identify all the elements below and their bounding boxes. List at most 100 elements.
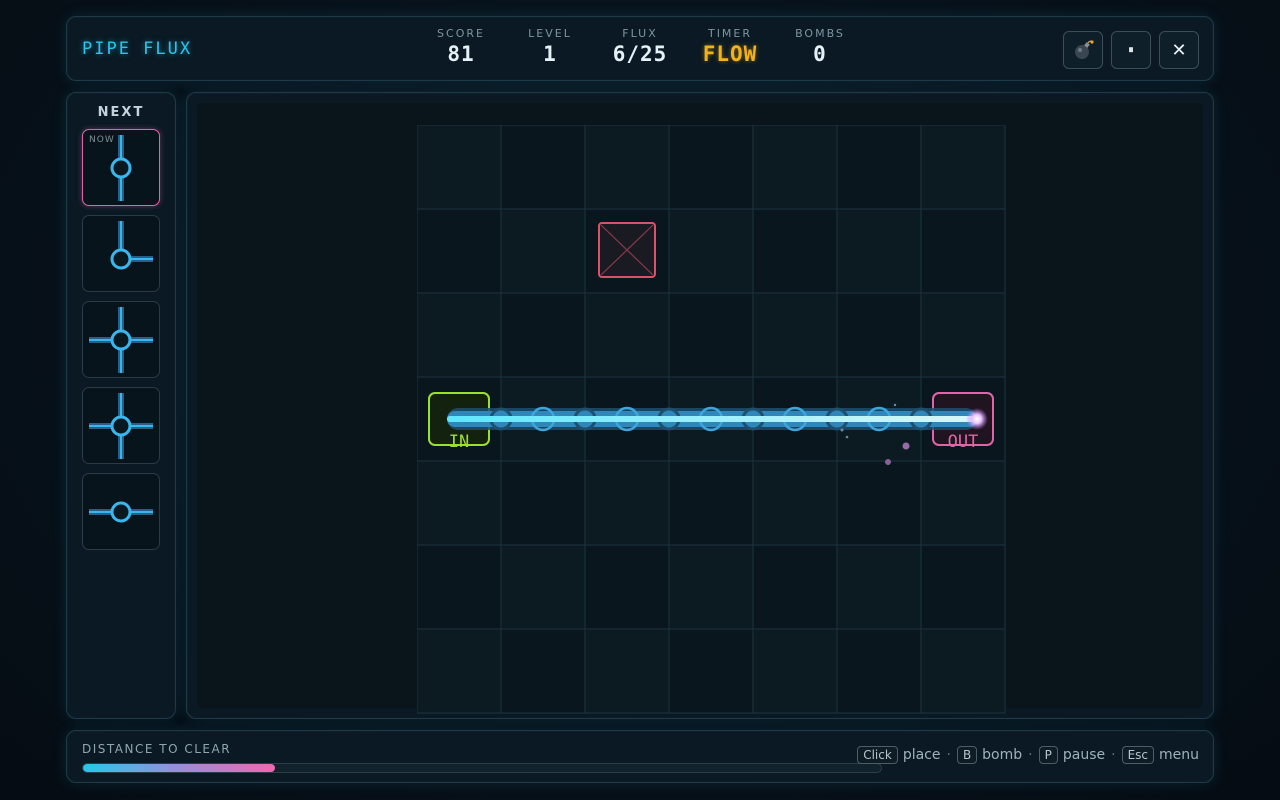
grid-cell[interactable]: [920, 125, 1006, 210]
board-panel: IN OUT: [186, 92, 1214, 719]
grid-cell[interactable]: [836, 628, 922, 714]
flux-label: FLUX: [622, 27, 658, 40]
grid-cell[interactable]: [920, 628, 1006, 714]
grid-cell[interactable]: [417, 292, 502, 378]
bomb-button[interactable]: [1063, 31, 1103, 69]
cross-pipe-icon: [89, 393, 153, 459]
grid-cell[interactable]: [920, 292, 1006, 378]
grid-cell[interactable]: [500, 544, 586, 630]
spark-particle: [845, 435, 849, 439]
horizontal-pipe-icon: [89, 501, 153, 523]
grid-cell[interactable]: [836, 292, 922, 378]
blocked-cell: [598, 222, 656, 278]
grid-cell[interactable]: [417, 125, 502, 210]
score-value: 81: [447, 42, 475, 66]
grid-cell[interactable]: [836, 125, 922, 210]
grid-cell[interactable]: [500, 460, 586, 546]
grid-cell[interactable]: [752, 125, 838, 210]
grid-cell[interactable]: [920, 208, 1006, 294]
grid-cell[interactable]: [417, 628, 502, 714]
score-stat: SCORE 81: [416, 27, 506, 66]
level-label: LEVEL: [528, 27, 572, 40]
bombs-value: 0: [813, 42, 827, 66]
timer-value: FLOW: [702, 42, 758, 66]
grid-cell[interactable]: [668, 460, 754, 546]
bombs-label: BOMBS: [795, 27, 845, 40]
grid-cell[interactable]: [584, 544, 670, 630]
grid-cell[interactable]: [500, 628, 586, 714]
flow-head: [966, 408, 988, 430]
hint-separator: ·: [1111, 747, 1116, 763]
start-label: IN: [449, 432, 469, 452]
grid-cell[interactable]: [836, 460, 922, 546]
grid-cell[interactable]: [500, 292, 586, 378]
queue-piece-5: [82, 473, 160, 550]
spark-particle: [893, 403, 897, 407]
bombs-stat: BOMBS 0: [775, 27, 865, 66]
menu-hint: menu: [1159, 747, 1199, 763]
flow-pipe: [447, 406, 988, 432]
grid-cell[interactable]: [752, 292, 838, 378]
grid-cell[interactable]: [668, 544, 754, 630]
elbow-pipe-icon: [110, 221, 153, 270]
grid-cell[interactable]: [836, 208, 922, 294]
end-label: OUT: [948, 432, 979, 452]
grid-cell[interactable]: [920, 544, 1006, 630]
cross-pipe-icon: [89, 307, 153, 373]
grid-cell[interactable]: [417, 544, 502, 630]
distance-progress-fill: [83, 764, 275, 772]
score-label: SCORE: [437, 27, 485, 40]
timer-stat: TIMER FLOW: [685, 27, 775, 66]
flux-stat: FLUX 6/25: [595, 27, 685, 66]
level-stat: LEVEL 1: [505, 27, 595, 66]
distance-progress-bar: [82, 763, 882, 773]
pause-hint: pause: [1062, 747, 1106, 763]
grid-cell[interactable]: [584, 125, 670, 210]
queue-piece-3: [82, 301, 160, 378]
grid-cell[interactable]: [752, 460, 838, 546]
grid-cell[interactable]: [584, 628, 670, 714]
grid-cell[interactable]: [920, 460, 1006, 546]
bottom-bar: DISTANCE TO CLEAR Click place · B bomb ·…: [66, 730, 1214, 783]
grid-cell[interactable]: [417, 460, 502, 546]
timer-label: TIMER: [707, 27, 753, 40]
grid-cell[interactable]: [584, 460, 670, 546]
hint-separator: ·: [1028, 747, 1033, 763]
click-hint: place: [902, 747, 941, 763]
grid-cell[interactable]: [584, 292, 670, 378]
grid-cell[interactable]: [668, 208, 754, 294]
distance-label: DISTANCE TO CLEAR: [82, 742, 232, 756]
grid-cell[interactable]: [668, 292, 754, 378]
queue-piece-4: [82, 387, 160, 464]
hint-separator: ·: [946, 747, 951, 763]
game-board[interactable]: IN OUT: [417, 125, 1007, 715]
grid-cell[interactable]: [668, 125, 754, 210]
spark-particle: [902, 442, 910, 450]
flow-core: [447, 416, 977, 422]
click-key: Click: [857, 746, 898, 764]
pause-key: P: [1038, 746, 1058, 764]
bomb-hint: bomb: [982, 747, 1023, 763]
grid-cell[interactable]: [752, 544, 838, 630]
close-button[interactable]: ✕: [1159, 31, 1199, 69]
game-title: PIPE FLUX: [82, 39, 193, 59]
spark-particle: [840, 428, 844, 432]
grid-cell[interactable]: [752, 208, 838, 294]
queue-piece-2: [82, 215, 160, 292]
next-queue: NEXT NOW: [66, 92, 176, 719]
grid-cell[interactable]: [836, 544, 922, 630]
grid-cell[interactable]: [752, 628, 838, 714]
flux-value: 6/25: [612, 42, 668, 66]
level-value: 1: [543, 42, 557, 66]
grid-cell[interactable]: [668, 628, 754, 714]
grid-cell[interactable]: [417, 208, 502, 294]
grid-cell[interactable]: [500, 125, 586, 210]
control-hints: Click place · B bomb · P pause · Esc men…: [857, 746, 1199, 764]
queue-label: NEXT: [97, 105, 145, 120]
board-area: IN OUT: [197, 103, 1203, 714]
grid-cell[interactable]: [500, 208, 586, 294]
bomb-icon: [1075, 40, 1094, 59]
esc-key: Esc: [1121, 746, 1154, 764]
pause-button[interactable]: ⏸: [1111, 31, 1151, 69]
top-bar: PIPE FLUX SCORE 81 LEVEL 1 FLUX 6/25 TIM…: [66, 16, 1214, 81]
